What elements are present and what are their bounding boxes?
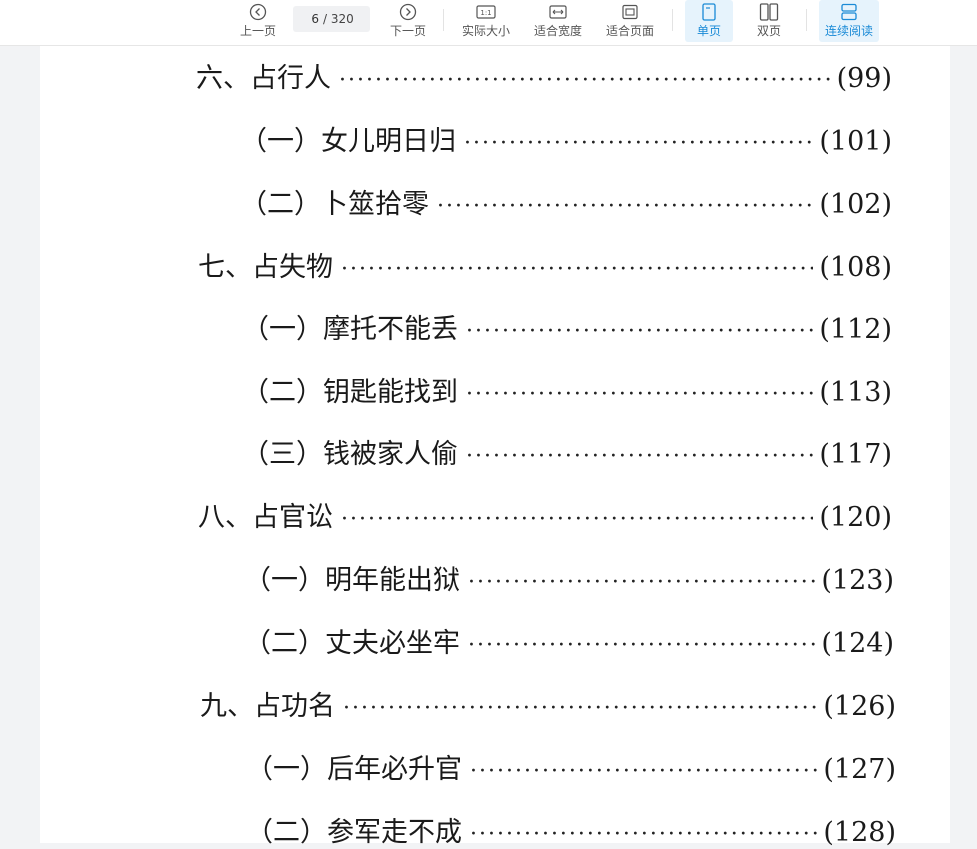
next-page-label: 下一页: [389, 24, 426, 38]
toc-entry-page: (124): [821, 628, 894, 659]
toc-entry-title: （二）丈夫必坐牢: [244, 628, 460, 659]
viewer-toolbar: 上一页 / 320 下一页 1:1 实际大小 适合宽度 适合页面 单页: [0, 0, 977, 46]
toc-entry: （一）明年能出狱 ·······························…: [244, 558, 894, 597]
toc-leader-dots: ········································…: [343, 696, 818, 721]
toc-entry-title: （二）钥匙能找到: [242, 377, 458, 408]
continuous-reading-button[interactable]: 连续阅读: [819, 0, 879, 42]
toc-leader-dots: ········································…: [470, 822, 817, 847]
toc-entry-title: 九、占功名: [200, 691, 335, 722]
toc-entry-title: （一）后年必升官: [246, 754, 462, 785]
fit-page-icon: [620, 2, 640, 22]
page-indicator: / 320: [293, 6, 370, 32]
toolbar-divider: [443, 9, 444, 31]
double-page-button[interactable]: 双页: [747, 0, 791, 42]
page-number-input[interactable]: [293, 12, 319, 26]
fit-width-button[interactable]: 适合宽度: [531, 0, 585, 42]
next-page-button[interactable]: 下一页: [386, 0, 430, 42]
total-pages: / 320: [323, 12, 354, 26]
actual-size-icon: 1:1: [476, 2, 496, 22]
toc-leader-dots: ········································…: [466, 444, 813, 469]
toc-entry-page: (99): [836, 63, 892, 94]
toc-entry-title: （一）摩托不能丢: [242, 314, 458, 345]
toc-entry: 六、占行人 ··································…: [196, 56, 892, 95]
toc-entry: （一）后年必升官 ·······························…: [246, 747, 896, 786]
toc-entry: 七、占失物 ··································…: [198, 245, 892, 284]
toc-entry-page: (112): [819, 314, 892, 345]
fit-page-button[interactable]: 适合页面: [603, 0, 657, 42]
double-page-label: 双页: [756, 24, 781, 38]
toc-leader-dots: ········································…: [466, 319, 813, 344]
toc-entry-page: (120): [819, 502, 892, 533]
toc-entry-title: （二）参军走不成: [246, 817, 462, 848]
chevron-right-icon: [399, 2, 417, 22]
toc-entry-page: (117): [819, 439, 892, 470]
toc-entry-title: （二）卜筮拾零: [240, 189, 429, 220]
toc-leader-dots: ········································…: [437, 194, 813, 219]
actual-size-button[interactable]: 1:1 实际大小: [459, 0, 513, 42]
toc-entry: （二）参军走不成 ·······························…: [246, 810, 896, 849]
toc-entry-page: (127): [823, 754, 896, 785]
actual-size-icon-text: 1:1: [480, 9, 491, 17]
chevron-left-icon: [249, 2, 267, 22]
toc-entry-title: 六、占行人: [196, 63, 331, 94]
prev-page-button[interactable]: 上一页: [236, 0, 280, 42]
toolbar-divider: [672, 9, 673, 31]
toc-leader-dots: ········································…: [339, 68, 831, 93]
toc-entry: （二）钥匙能找到 ·······························…: [242, 370, 892, 409]
single-page-label: 单页: [696, 24, 721, 38]
double-page-icon: [759, 2, 779, 22]
single-page-icon: [701, 2, 717, 22]
toc-entry-page: (113): [819, 377, 892, 408]
toc-entry: （三）钱被家人偷 ·······························…: [242, 432, 892, 471]
toc-entry: 八、占官讼 ··································…: [198, 495, 892, 534]
toc-entry-title: （三）钱被家人偷: [242, 439, 458, 470]
document-page: 六、占行人 ··································…: [40, 46, 950, 848]
toc-entry-page: (128): [823, 817, 896, 848]
toc-leader-dots: ········································…: [468, 570, 815, 595]
toc-entry: （二）丈夫必坐牢 ·······························…: [244, 621, 894, 660]
toc-leader-dots: ········································…: [470, 759, 817, 784]
toc-entry-title: 八、占官讼: [198, 502, 333, 533]
toc-leader-dots: ········································…: [341, 257, 813, 282]
toc-leader-dots: ········································…: [468, 633, 815, 658]
toc-entry-page: (108): [819, 252, 892, 283]
single-page-button[interactable]: 单页: [685, 0, 733, 42]
fit-width-icon: [548, 2, 568, 22]
toc-entry-page: (123): [821, 565, 894, 596]
toc-entry-title: （一）明年能出狱: [244, 565, 460, 596]
toc-entry: 九、占功名 ··································…: [200, 684, 896, 723]
toc-entry: （一）女儿明日归 ·······························…: [240, 119, 892, 158]
toc-leader-dots: ········································…: [464, 131, 814, 156]
fit-page-label: 适合页面: [605, 24, 654, 38]
continuous-reading-icon: [840, 2, 858, 22]
actual-size-label: 实际大小: [461, 24, 510, 38]
toc-entry-title: 七、占失物: [198, 252, 333, 283]
toc-entry: （一）摩托不能丢 ·······························…: [242, 307, 892, 346]
toc-entry-page: (102): [819, 189, 892, 220]
fit-width-label: 适合宽度: [533, 24, 582, 38]
toc-leader-dots: ········································…: [466, 382, 813, 407]
toc-entry-title: （一）女儿明日归: [240, 126, 456, 157]
toc-entry-page: (101): [819, 126, 892, 157]
toolbar-divider: [806, 9, 807, 31]
continuous-reading-label: 连续阅读: [824, 24, 873, 38]
prev-page-label: 上一页: [239, 24, 276, 38]
toc-entry: （二）卜筮拾零 ································…: [240, 182, 892, 221]
toc-entry-page: (126): [823, 691, 896, 722]
toc-leader-dots: ········································…: [341, 507, 813, 532]
